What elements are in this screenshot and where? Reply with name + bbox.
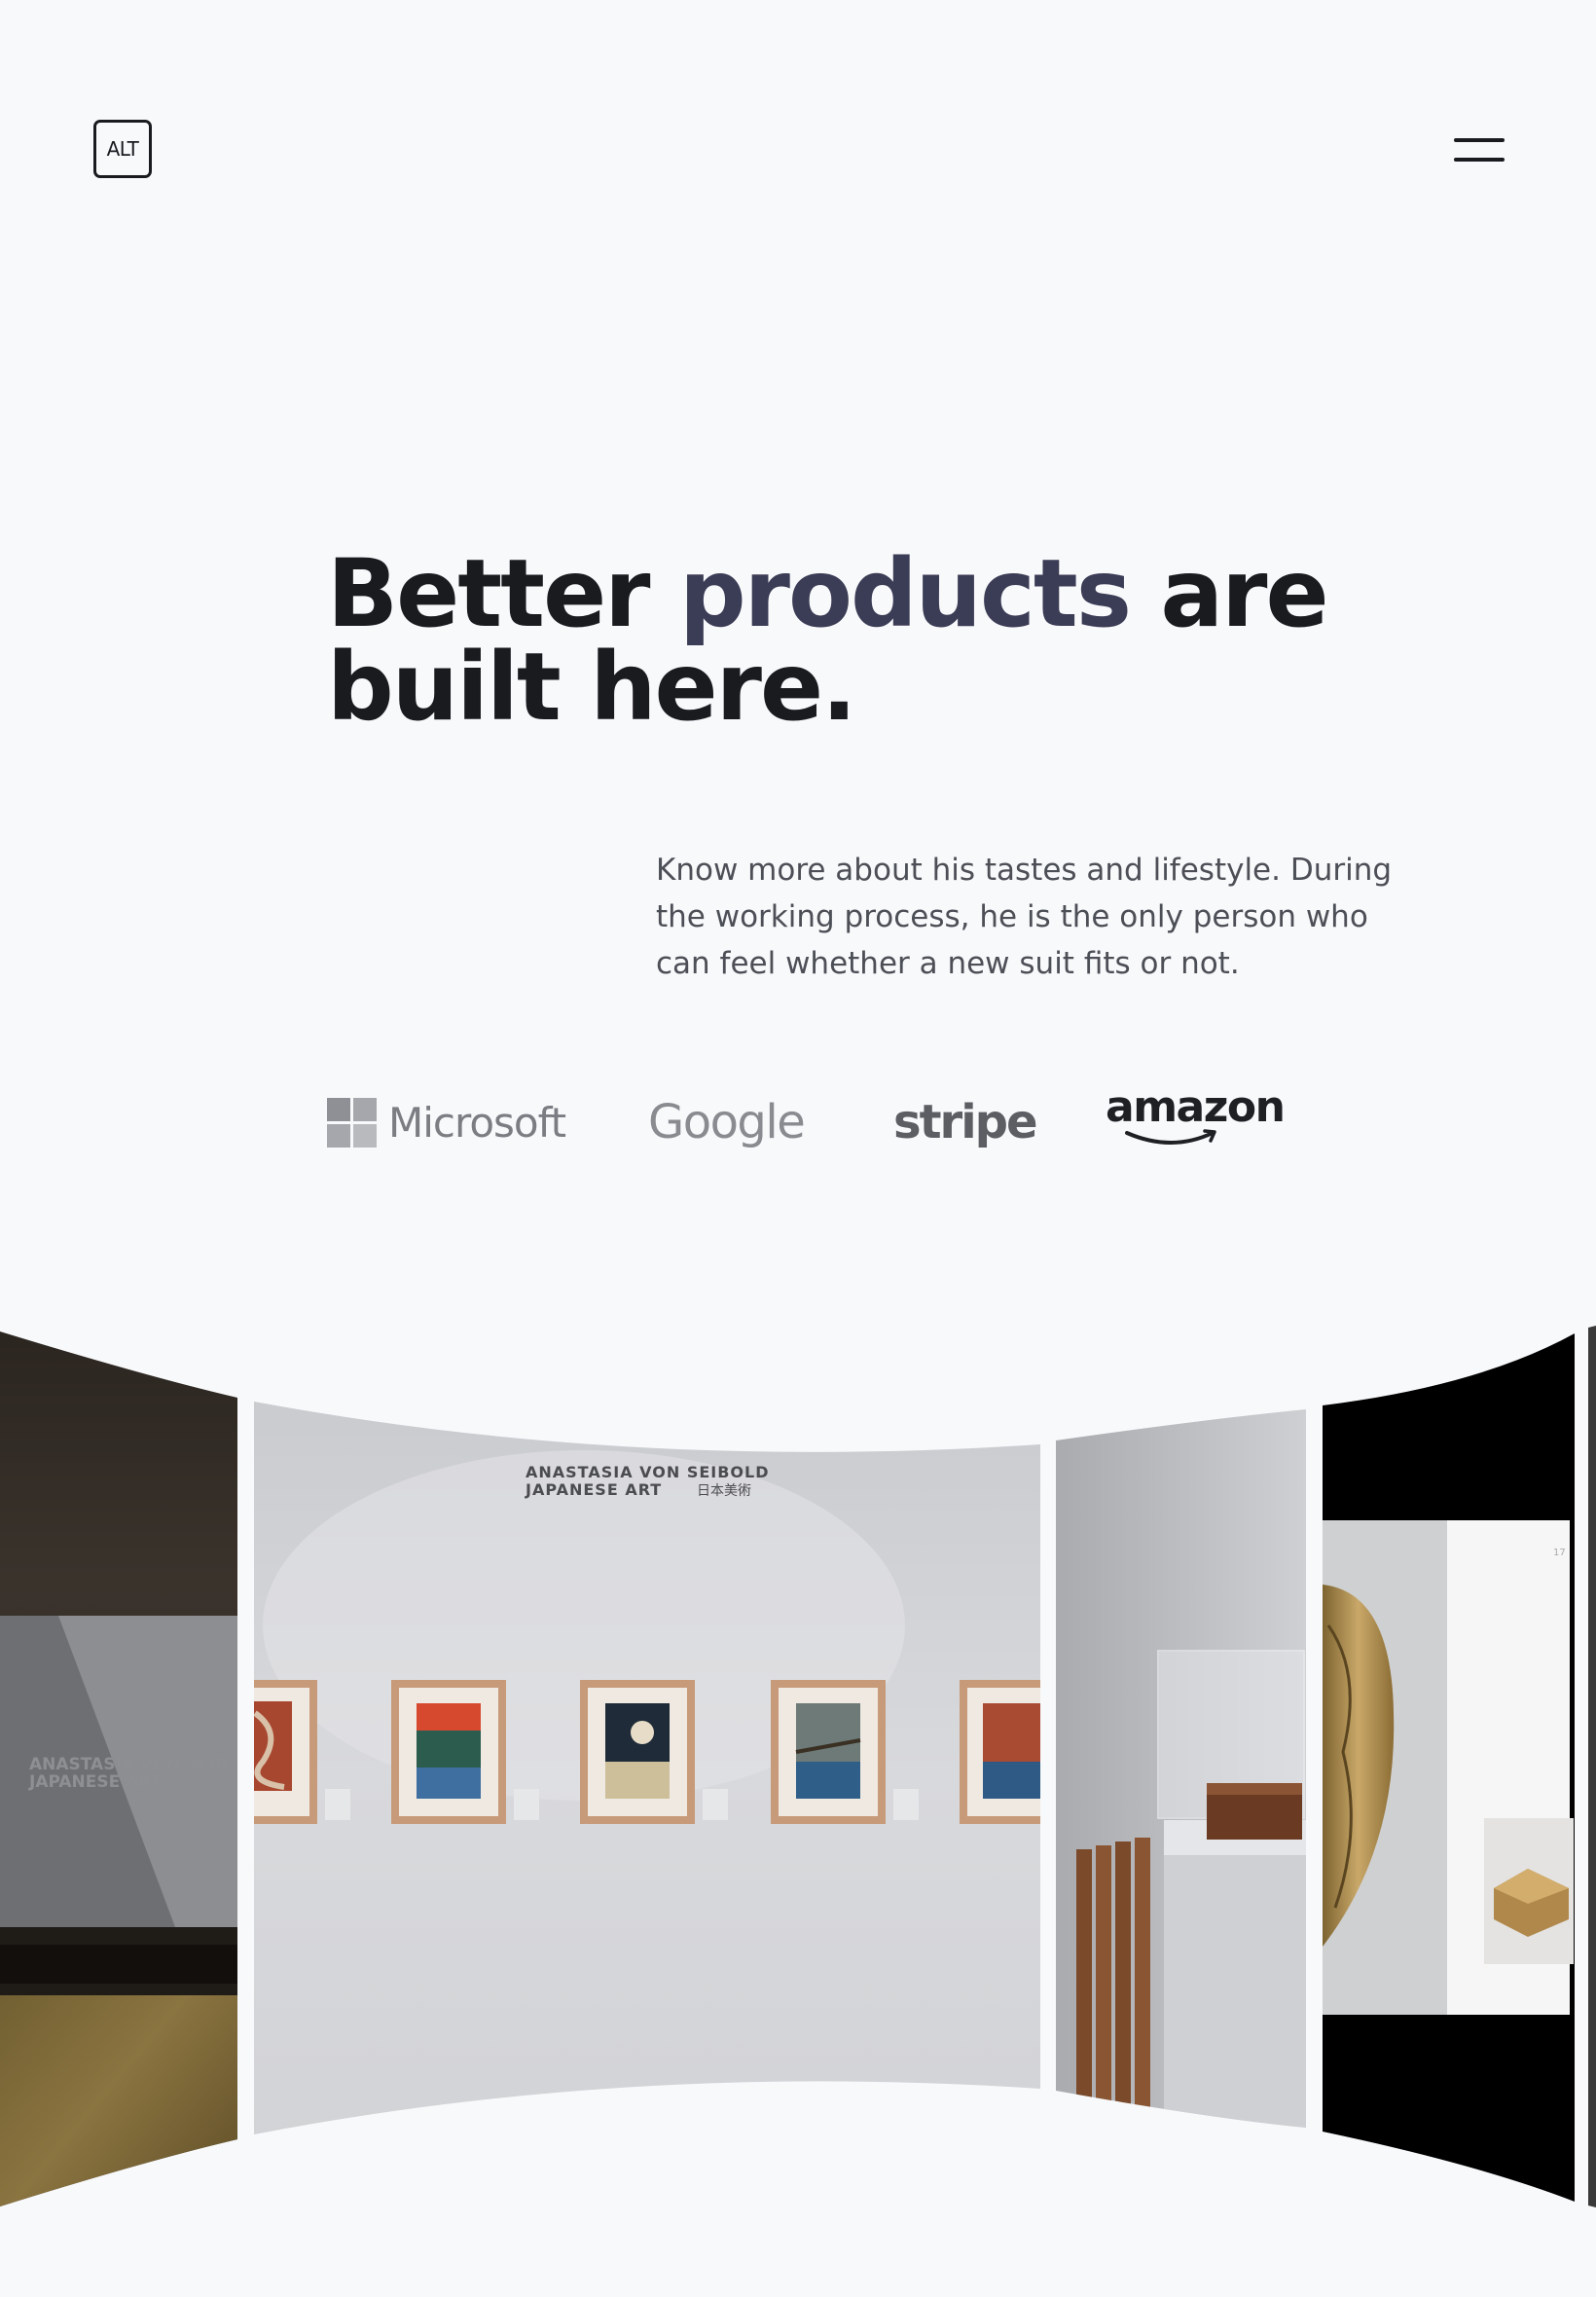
- hero-title: Better products are built here.: [327, 547, 1329, 734]
- client-logos: Microsoft Google stripe amazon: [327, 1082, 1300, 1156]
- gallery-panel-5[interactable]: [1586, 1304, 1596, 2219]
- main-caption-line2: JAPANESE ART: [525, 1480, 662, 1499]
- gallery-panel-display-case[interactable]: [1051, 1402, 1314, 2141]
- gallery-panel-main[interactable]: ANASTASIA VON SEIBOLD JAPANESE ART 日本美術: [234, 1392, 1057, 2151]
- framed-print-5[interactable]: [960, 1680, 1057, 1824]
- framed-print-4[interactable]: [771, 1680, 886, 1824]
- framed-print-1[interactable]: [234, 1680, 317, 1824]
- hero-title-part2: are: [1129, 539, 1328, 648]
- framed-print-3[interactable]: [580, 1680, 695, 1824]
- amazon-smile-icon: [1125, 1129, 1216, 1145]
- site-logo[interactable]: ALT: [93, 120, 152, 178]
- hero-description: Know more about his tastes and lifestyle…: [656, 853, 1393, 981]
- stripe-logo: stripe: [893, 1088, 1038, 1156]
- hamburger-menu-icon[interactable]: [1454, 136, 1505, 165]
- amazon-logo: amazon: [1106, 1082, 1286, 1150]
- google-wordmark: Google: [648, 1095, 806, 1149]
- panel1-caption-line1: ANASTASIA VON SEIB: [29, 1755, 228, 1774]
- logo-text: ALT: [106, 137, 139, 161]
- microsoft-logo: Microsoft: [327, 1088, 566, 1156]
- framed-print-2[interactable]: [391, 1680, 506, 1824]
- stripe-wordmark: stripe: [893, 1095, 1038, 1149]
- panel1-caption-line2: JAPANESE ART: [28, 1772, 163, 1792]
- gallery-panel-1[interactable]: ANASTASIA VON SEIB JAPANESE ART: [0, 1304, 243, 2219]
- hero-title-line2: built here.: [327, 633, 857, 742]
- gallery-panel-book[interactable]: 17: [1319, 1324, 1581, 2219]
- main-caption-line1: ANASTASIA VON SEIBOLD: [526, 1463, 770, 1481]
- book-page-number: 17: [1553, 1548, 1566, 1558]
- google-logo: Google: [648, 1088, 806, 1156]
- menu-line-top: [1454, 138, 1505, 142]
- menu-line-bottom: [1454, 158, 1505, 162]
- main-caption-jp: 日本美術: [697, 1483, 751, 1499]
- image-gallery-carousel[interactable]: ANASTASIA VON SEIB JAPANESE ART ANASTASI…: [0, 1304, 1596, 2219]
- microsoft-wordmark: Microsoft: [388, 1098, 566, 1147]
- amazon-wordmark: amazon: [1106, 1082, 1286, 1132]
- microsoft-windows-icon: [327, 1097, 377, 1148]
